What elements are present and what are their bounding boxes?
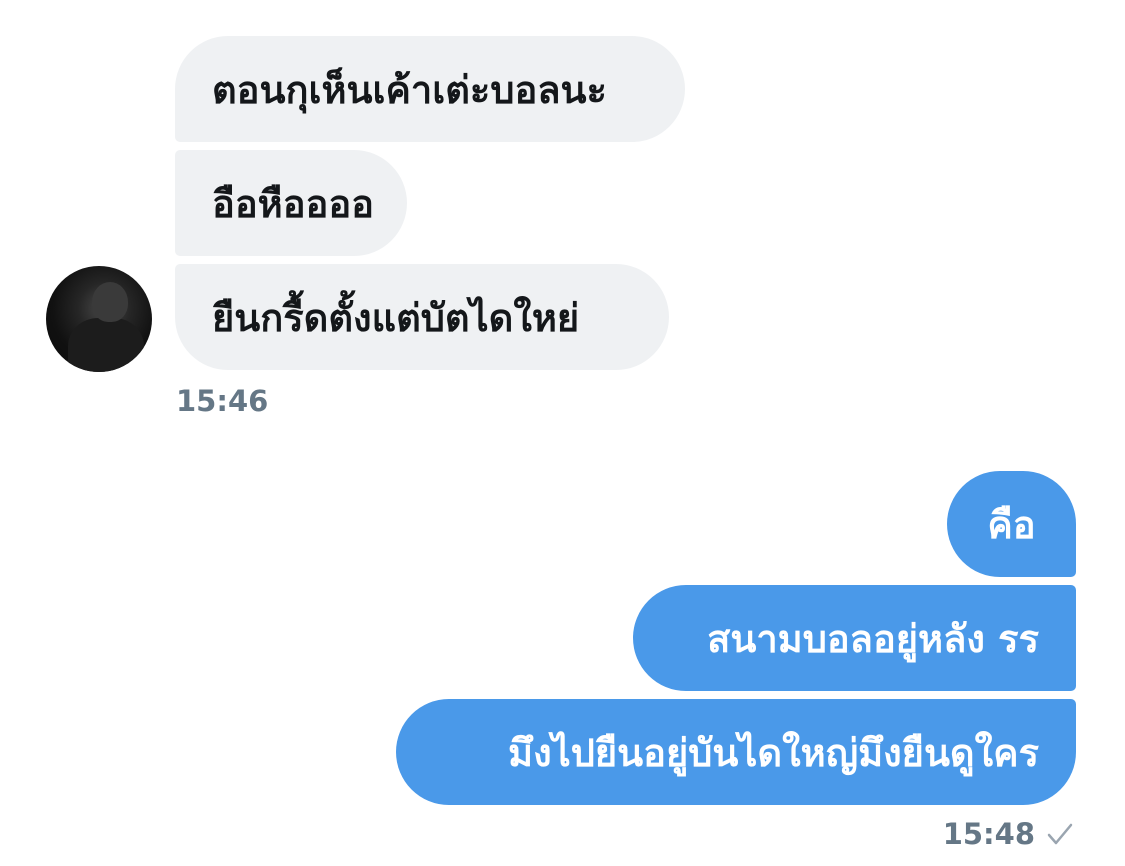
- incoming-message-bubble[interactable]: อือหืออออ: [175, 150, 407, 256]
- avatar[interactable]: [46, 266, 152, 372]
- outgoing-timestamp: 15:48: [942, 817, 1035, 851]
- avatar-figure-head: [92, 282, 128, 322]
- outgoing-message-bubble[interactable]: สนามบอลอยู่หลัง รร: [633, 585, 1076, 691]
- incoming-timestamp: 15:46: [176, 384, 269, 418]
- avatar-figure-body: [68, 318, 144, 372]
- incoming-message-bubble[interactable]: ยืนกรื้ดตั้งแต่บัตไดใหย่: [175, 264, 669, 370]
- outgoing-status: 15:48: [943, 817, 1075, 851]
- incoming-message-bubble[interactable]: ตอนกุเห็นเค้าเต่ะบอลนะ: [175, 36, 685, 142]
- outgoing-message-bubble[interactable]: มึงไปยืนอยู่บันไดใหญ่มึงยืนดูใคร: [396, 699, 1076, 805]
- outgoing-message-bubble[interactable]: คือ: [947, 471, 1076, 577]
- check-icon: [1047, 823, 1073, 845]
